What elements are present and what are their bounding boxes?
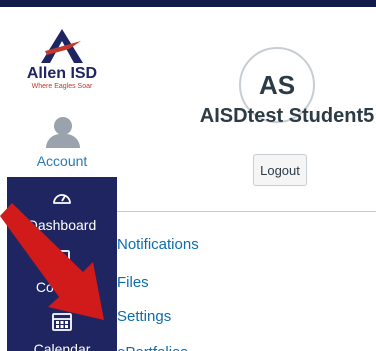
logout-button[interactable]: Logout — [253, 154, 307, 186]
files-link[interactable]: Files — [117, 274, 149, 291]
eagle-logo-icon — [41, 29, 83, 63]
calendar-icon — [52, 313, 72, 331]
nav-item-label: Courses — [35, 279, 89, 295]
book-icon — [54, 250, 70, 270]
school-tagline: Where Eagles Soar — [31, 83, 93, 90]
divider — [117, 211, 376, 212]
global-navigation: Allen ISD Where Eagles Soar Account Dash… — [7, 7, 117, 351]
user-avatar-body — [46, 134, 80, 148]
nav-item-courses[interactable]: Courses — [7, 239, 117, 301]
nav-item-account[interactable]: Account — [7, 104, 117, 177]
notifications-link[interactable]: Notifications — [117, 236, 199, 253]
nav-item-calendar[interactable]: Calendar — [7, 301, 117, 351]
eportfolios-link[interactable]: ePortfolios — [117, 344, 188, 351]
nav-item-label: Account — [36, 153, 88, 169]
speedometer-icon — [53, 194, 71, 204]
nav-item-label: Dashboard — [27, 217, 97, 233]
school-name: Allen ISD — [26, 65, 98, 82]
nav-item-dashboard[interactable]: Dashboard — [7, 177, 117, 239]
user-avatar-icon — [54, 117, 72, 135]
settings-link[interactable]: Settings — [117, 308, 171, 325]
school-logo-link[interactable]: Allen ISD Where Eagles Soar — [7, 7, 117, 104]
window-top-border — [0, 0, 376, 7]
nav-item-label: Calendar — [33, 341, 91, 351]
profile-tray: AS AISDtest Student5 Logout Notification… — [117, 7, 376, 351]
profile-name: AISDtest Student5 — [199, 105, 375, 127]
